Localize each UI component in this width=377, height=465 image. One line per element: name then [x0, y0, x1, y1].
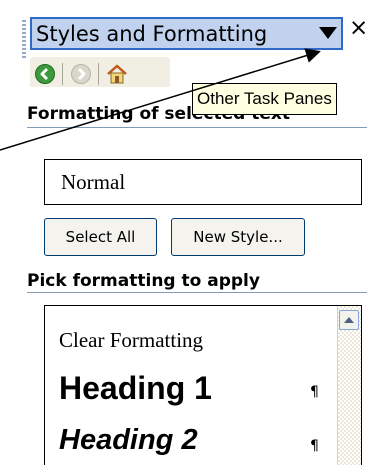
annotation-arrow	[0, 48, 321, 151]
